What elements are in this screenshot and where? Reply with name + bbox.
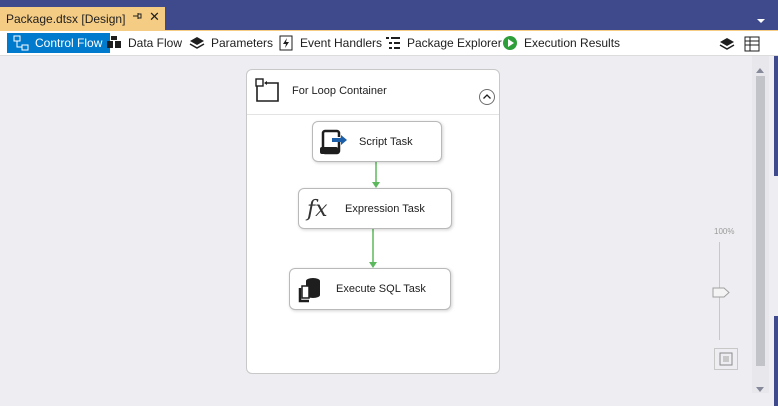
tab-overflow-icon[interactable] [756, 14, 766, 23]
chevron-up-icon[interactable] [479, 89, 495, 105]
parameters-icon [189, 35, 205, 51]
tab-parameters[interactable]: Parameters [189, 33, 273, 53]
scroll-down-icon[interactable] [756, 382, 764, 392]
tab-data-flow-label: Data Flow [128, 36, 183, 50]
data-flow-icon [106, 35, 122, 51]
tab-control-flow[interactable]: Control Flow [7, 33, 111, 53]
edge-band [774, 56, 778, 176]
zoom-slider-thumb[interactable] [712, 287, 730, 298]
zoom-to-fit-icon[interactable] [714, 348, 738, 370]
event-handlers-icon [278, 35, 294, 51]
grid-options-icon[interactable] [744, 36, 760, 52]
document-tab-strip: Package.dtsx [Design] ✕ [0, 0, 778, 30]
tab-execution-results-label: Execution Results [524, 36, 621, 50]
tab-execution-results[interactable]: Execution Results [502, 33, 620, 53]
fx-glyph: fx [305, 197, 328, 222]
document-tab-package-design[interactable]: Package.dtsx [Design] ✕ [0, 7, 165, 30]
vertical-scrollbar[interactable] [752, 56, 769, 393]
tab-control-flow-label: Control Flow [35, 36, 103, 50]
tab-data-flow[interactable]: Data Flow [106, 33, 182, 53]
tab-package-explorer[interactable]: Package Explorer [385, 33, 502, 53]
expression-task-label: Expression Task [345, 202, 425, 215]
container-header: For Loop Container [247, 70, 499, 115]
control-flow-icon [13, 35, 29, 51]
tab-parameters-label: Parameters [211, 36, 274, 50]
tab-event-handlers[interactable]: Event Handlers [278, 33, 382, 53]
zoom-level-label: 100% [714, 227, 735, 236]
script-task-label: Script Task [359, 135, 413, 148]
container-title: For Loop Container [292, 85, 387, 97]
execution-results-icon [502, 35, 518, 51]
tab-event-handlers-label: Event Handlers [300, 36, 383, 50]
for-loop-container-icon [254, 77, 280, 103]
pin-icon[interactable] [131, 10, 143, 25]
expression-task[interactable]: fx Expression Task [298, 188, 452, 229]
package-explorer-icon [385, 35, 401, 51]
close-tab-button[interactable]: ✕ [149, 9, 160, 25]
document-tab-title: Package.dtsx [Design] [6, 11, 126, 26]
script-task[interactable]: Script Task [312, 121, 442, 162]
expression-task-icon: fx [305, 195, 335, 223]
tab-package-explorer-label: Package Explorer [407, 36, 502, 50]
execute-sql-task[interactable]: Execute SQL Task [289, 268, 451, 310]
script-task-icon [319, 128, 349, 156]
execute-sql-icon [296, 275, 326, 305]
scroll-up-icon[interactable] [756, 62, 764, 73]
window-edge [769, 56, 778, 406]
execute-sql-task-label: Execute SQL Task [336, 283, 426, 295]
designer-toolbar: Control Flow Data Flow Parameters Event … [0, 31, 778, 56]
scrollbar-thumb[interactable] [756, 76, 765, 366]
package-variables-icon[interactable] [719, 36, 735, 52]
